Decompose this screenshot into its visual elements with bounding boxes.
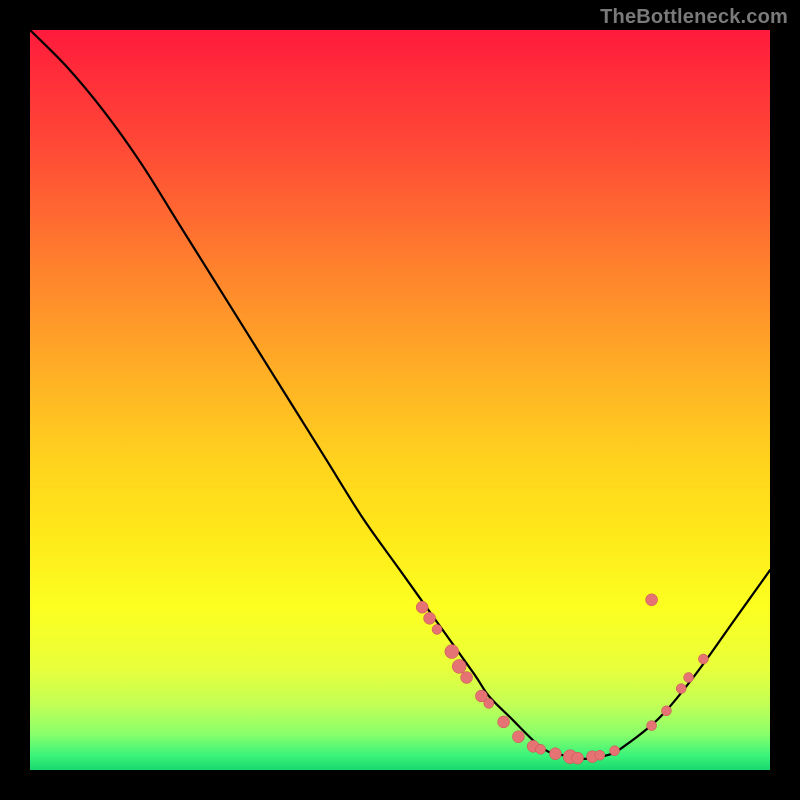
data-marker xyxy=(416,601,428,613)
data-marker xyxy=(595,750,605,760)
data-marker xyxy=(676,684,686,694)
bottleneck-curve xyxy=(30,30,770,759)
plot-area xyxy=(30,30,770,770)
data-marker xyxy=(536,744,546,754)
data-marker xyxy=(512,731,524,743)
data-marker xyxy=(484,698,494,708)
data-marker xyxy=(445,645,459,659)
data-marker xyxy=(610,746,620,756)
data-marker xyxy=(461,672,473,684)
data-marker xyxy=(684,673,694,683)
data-marker xyxy=(452,659,466,673)
data-marker xyxy=(498,716,510,728)
data-marker xyxy=(572,752,584,764)
data-marker xyxy=(424,612,436,624)
data-marker xyxy=(661,706,671,716)
data-marker xyxy=(646,594,658,606)
watermark-text: TheBottleneck.com xyxy=(600,6,788,29)
data-marker xyxy=(698,654,708,664)
chart-stage: TheBottleneck.com xyxy=(0,0,800,800)
marker-layer xyxy=(416,594,708,764)
data-marker xyxy=(549,748,561,760)
data-marker xyxy=(432,624,442,634)
curve-layer xyxy=(30,30,770,770)
data-marker xyxy=(647,721,657,731)
